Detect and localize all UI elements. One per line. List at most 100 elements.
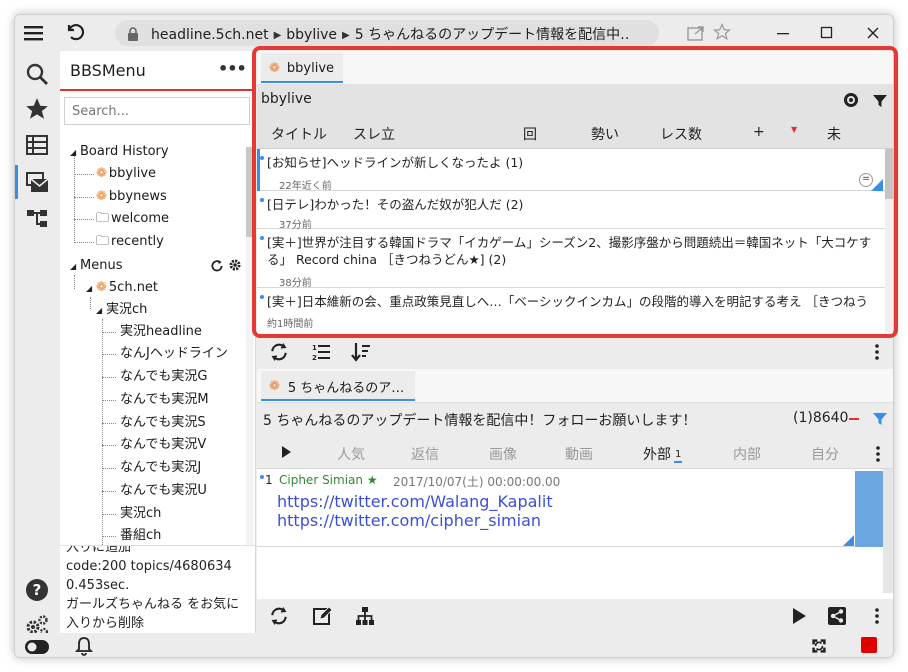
tree-item-menu[interactable]: 実況headline <box>120 321 202 343</box>
tree-line <box>74 153 75 243</box>
filter-internal[interactable]: 内部 <box>733 444 761 464</box>
tree-line <box>74 174 94 175</box>
board-icon: ❁ <box>96 280 107 295</box>
maximize-button[interactable] <box>815 21 839 45</box>
post-minimap-thumb[interactable] <box>855 471 883 547</box>
star-icon[interactable] <box>24 96 50 122</box>
tree-line <box>102 445 116 446</box>
tree-label: Board History <box>80 144 169 159</box>
expand-icon: ◢ <box>70 262 77 271</box>
filter-external[interactable]: 外部 <box>643 444 671 464</box>
filter-images[interactable]: 画像 <box>489 444 517 464</box>
thread-filter-icon[interactable] <box>873 412 887 430</box>
tree-line <box>74 197 94 198</box>
network-icon[interactable] <box>24 205 50 231</box>
star-outline-icon[interactable] <box>712 22 732 41</box>
chevron-right-icon: ▶ <box>273 30 282 41</box>
share-icon[interactable] <box>687 25 705 41</box>
filter-videos[interactable]: 動画 <box>565 444 593 464</box>
tree-node-5ch[interactable]: ◢ ❁ 5ch.net <box>86 277 158 299</box>
log-line: 入りに追加 <box>66 545 132 555</box>
filter-popular[interactable]: 人気 <box>337 444 365 464</box>
tree-item-bbylive[interactable]: ❁ bbylive <box>96 163 156 185</box>
tree-node-menus[interactable]: ◢ Menus <box>70 255 122 277</box>
share-icon[interactable] <box>825 604 849 628</box>
hamburger-menu-icon[interactable] <box>23 23 45 43</box>
tree-line <box>102 332 116 333</box>
tree-item-menu[interactable]: 番組ch <box>120 525 161 547</box>
post-scrollbar[interactable] <box>883 469 893 593</box>
stop-icon[interactable] <box>861 637 877 653</box>
lock-icon <box>127 26 139 41</box>
tree-item-menu[interactable]: 実況ch <box>120 503 161 525</box>
compose-icon[interactable] <box>311 604 335 628</box>
log-line: 0.453sec. <box>66 578 130 593</box>
minimize-button[interactable] <box>771 21 795 45</box>
tree-label: 実況ch <box>106 302 148 317</box>
reload-icon[interactable] <box>63 20 87 44</box>
thread-header: 5 ちゃんねるのアップデート情報を配信中！フォローお願いします！ (1)8640 <box>257 403 893 435</box>
tree-line <box>102 491 116 492</box>
more-vert-icon[interactable] <box>865 604 889 628</box>
toggle-switch-icon[interactable] <box>25 639 49 657</box>
tree-line <box>102 514 116 515</box>
post-link[interactable]: https://twitter.com/Walang_Kapalit <box>277 492 553 511</box>
play-icon[interactable] <box>281 446 291 462</box>
tree-label: bbylive <box>108 166 157 181</box>
expand-icon: ◢ <box>96 306 103 315</box>
tree-item-welcome[interactable]: 🗀 welcome <box>96 208 169 230</box>
url-thread: 5 ちゃんねるのアップデート情報を配信中… <box>354 27 631 43</box>
tree-label: recently <box>111 234 164 249</box>
play-icon[interactable] <box>787 604 811 628</box>
thread-tabstrip: ❁ 5 ちゃんねるのア… <box>257 369 893 403</box>
tree-node-board-history[interactable]: ◢ Board History <box>70 141 169 163</box>
board-icon: ❁ <box>96 189 107 204</box>
more-vert-icon[interactable] <box>865 340 889 364</box>
post-filter-bar: 人気 返信 画像 動画 外部 1 内部 自分 <box>257 435 893 469</box>
tree-label: 5ch.net <box>108 280 159 295</box>
mail-board-icon[interactable] <box>24 169 50 195</box>
help-icon[interactable]: ? <box>24 577 50 603</box>
tree-view-icon[interactable] <box>353 604 377 628</box>
tree-item-menu[interactable]: なんでも実況S <box>120 412 206 434</box>
refresh-icon[interactable] <box>267 604 291 628</box>
tree-item-menu[interactable]: なんでも実況J <box>120 457 201 479</box>
sync-icon[interactable] <box>809 636 829 657</box>
sort-icon[interactable] <box>349 340 373 364</box>
tree-line <box>102 400 116 401</box>
filter-self[interactable]: 自分 <box>811 444 839 464</box>
search-input[interactable] <box>64 97 250 125</box>
post-link[interactable]: https://twitter.com/cipher_simian <box>277 511 541 530</box>
unread-dot <box>260 475 264 479</box>
numbered-list-icon[interactable]: 12 <box>309 340 333 364</box>
log-line: 入りから削除 <box>66 616 145 631</box>
tab-thread[interactable]: ❁ 5 ちゃんねるのア… <box>261 371 415 401</box>
more-vert-icon[interactable] <box>875 446 881 466</box>
filter-replies[interactable]: 返信 <box>411 444 439 464</box>
svg-text:2: 2 <box>312 354 317 362</box>
list-icon[interactable] <box>24 132 50 158</box>
tree-item-menu[interactable]: なんでも実況G <box>120 366 207 388</box>
refresh-icon[interactable] <box>267 340 291 364</box>
tree-item-recently[interactable]: 🗀 recently <box>96 231 164 253</box>
tree-item-menu[interactable]: なんでも実況V <box>120 434 206 456</box>
url-host: headline.5ch.net <box>151 27 269 43</box>
tree-item-menu[interactable]: なんでも実況U <box>120 480 207 502</box>
post-name[interactable]: Cipher Simian ★ <box>279 473 378 487</box>
tree-label: Menus <box>80 258 123 273</box>
refresh-menus-icon[interactable] <box>210 259 224 277</box>
tree-item-bbynews[interactable]: ❁ bbynews <box>96 186 167 208</box>
log-line: ガールズちゃんねる をお気に <box>66 597 240 612</box>
menus-settings-icon[interactable] <box>228 258 242 276</box>
tree-node-jikkyo[interactable]: ◢ 実況ch <box>96 299 147 321</box>
more-options-icon[interactable]: ••• <box>218 59 247 78</box>
status-bar <box>15 633 893 657</box>
search-icon[interactable] <box>24 61 50 87</box>
tree-item-menu[interactable]: なんJヘッドライン <box>120 343 228 365</box>
tree-item-menu[interactable]: なんでも実況M <box>120 389 209 411</box>
tab-label: 5 ちゃんねるのア… <box>287 380 405 396</box>
bell-icon[interactable] <box>74 636 94 657</box>
post-number[interactable]: 1 <box>265 473 273 487</box>
close-button[interactable] <box>861 21 885 45</box>
tab-active-indicator <box>261 399 415 401</box>
